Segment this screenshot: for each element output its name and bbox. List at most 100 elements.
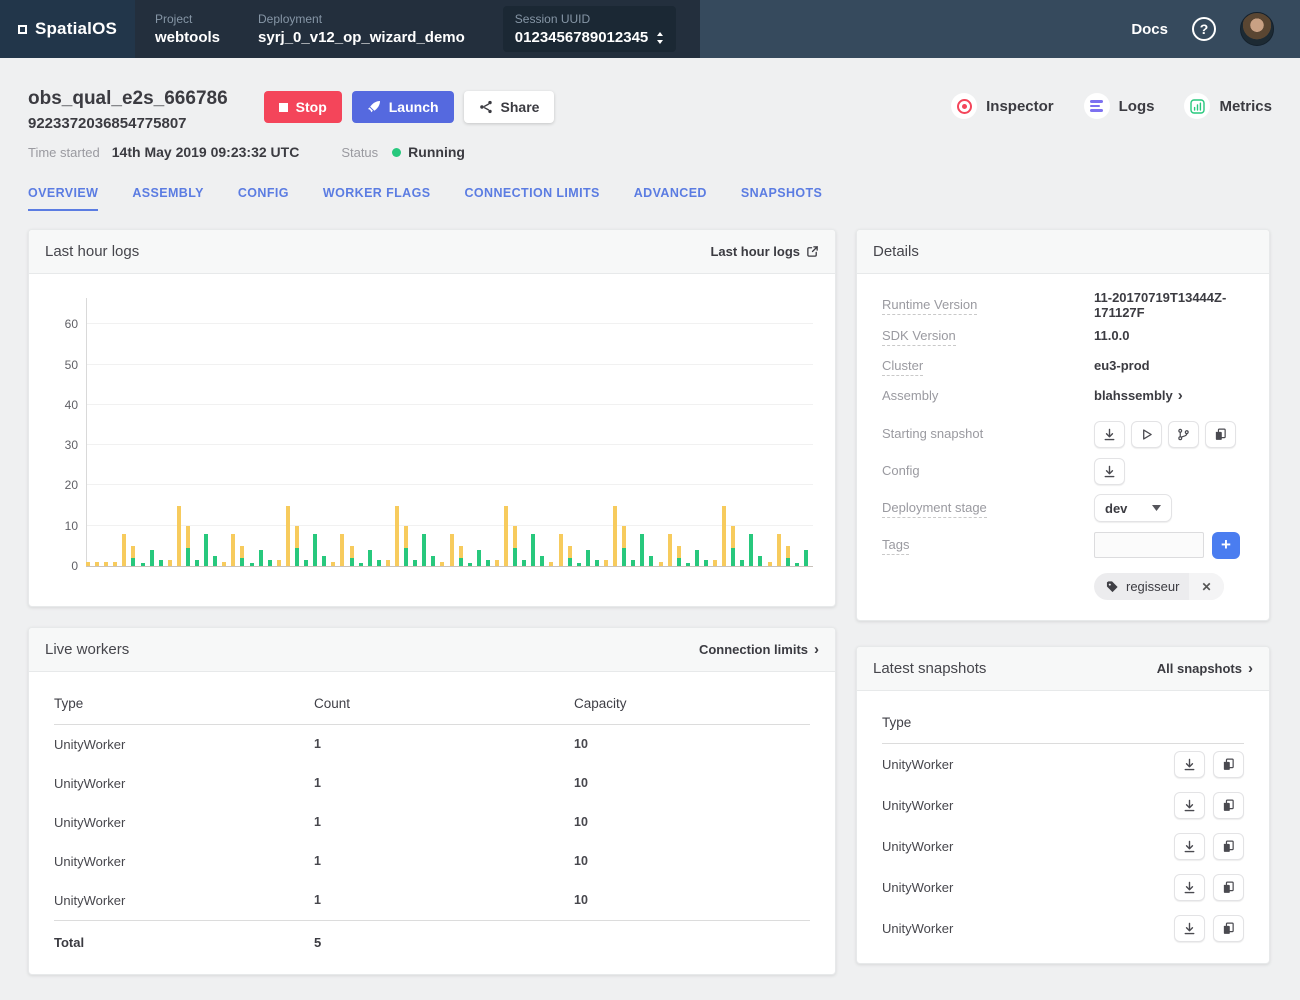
remove-tag-button[interactable]: ✕ xyxy=(1189,573,1223,600)
help-icon[interactable]: ? xyxy=(1192,17,1216,41)
bar-yellow xyxy=(440,562,444,566)
cell-count: 1 xyxy=(314,854,574,869)
status-badge: Running xyxy=(408,144,465,160)
bar-yellow xyxy=(395,506,399,566)
bar-green xyxy=(513,548,517,566)
chevron-right-icon: › xyxy=(1178,388,1183,403)
bar-yellow xyxy=(622,526,626,548)
copy-button[interactable] xyxy=(1213,792,1244,819)
bar-yellow xyxy=(186,526,190,548)
status-label: Status xyxy=(341,145,378,160)
tab-assembly[interactable]: ASSEMBLY xyxy=(132,186,204,211)
branch-icon xyxy=(1177,428,1190,441)
bar-yellow xyxy=(95,562,99,566)
stop-icon xyxy=(279,103,288,112)
bar-yellow xyxy=(340,534,344,566)
list-item: UnityWorker xyxy=(882,785,1244,826)
copy-button[interactable] xyxy=(1213,751,1244,778)
gridline xyxy=(87,525,813,526)
snapshot-copy-button[interactable] xyxy=(1205,421,1236,448)
copy-button[interactable] xyxy=(1213,833,1244,860)
bar-yellow xyxy=(777,534,781,566)
metrics-link[interactable]: Metrics xyxy=(1184,93,1272,119)
connection-limits-link[interactable]: Connection limits › xyxy=(699,642,819,657)
avatar[interactable] xyxy=(1240,12,1274,46)
launch-button[interactable]: Launch xyxy=(352,91,454,123)
tab-worker-flags[interactable]: WORKER FLAGS xyxy=(323,186,431,211)
panel-title: Details xyxy=(873,243,919,260)
bar-yellow xyxy=(768,562,772,566)
bar-green xyxy=(268,560,272,566)
panel-title: Live workers xyxy=(45,641,129,658)
logs-link[interactable]: Logs xyxy=(1084,93,1155,119)
bar-green xyxy=(404,548,408,566)
tab-config[interactable]: CONFIG xyxy=(238,186,289,211)
tab-connection-limits[interactable]: CONNECTION LIMITS xyxy=(464,186,599,211)
snapshot-type: UnityWorker xyxy=(882,798,953,813)
copy-button[interactable] xyxy=(1213,915,1244,942)
bar-green xyxy=(204,534,208,566)
session-uuid-value: 0123456789012345 xyxy=(515,29,648,46)
deployment-label: Deployment xyxy=(258,12,465,26)
tag-input[interactable] xyxy=(1094,532,1204,558)
snapshot-download-button[interactable] xyxy=(1094,421,1125,448)
bar-yellow xyxy=(459,546,463,558)
download-button[interactable] xyxy=(1174,915,1205,942)
session-uuid-selector[interactable]: Session UUID 0123456789012345 xyxy=(503,6,676,52)
bar-green xyxy=(686,563,690,566)
action-buttons: Stop Launch Share xyxy=(264,91,555,123)
tab-advanced[interactable]: ADVANCED xyxy=(634,186,707,211)
download-button[interactable] xyxy=(1174,751,1205,778)
y-tick-label: 50 xyxy=(42,358,78,372)
download-icon xyxy=(1183,922,1196,935)
last-hour-logs-link[interactable]: Last hour logs xyxy=(710,244,819,259)
sdk-version-value: 11.0.0 xyxy=(1094,328,1129,343)
gridline xyxy=(87,323,813,324)
bar-green xyxy=(731,548,735,566)
table-row: UnityWorker110 xyxy=(54,881,810,920)
deployment-stage-select[interactable]: dev xyxy=(1094,494,1172,522)
bar-green xyxy=(413,560,417,566)
inspector-link[interactable]: Inspector xyxy=(951,93,1054,119)
spatialos-logo[interactable]: SpatialOS xyxy=(0,0,135,58)
gridline xyxy=(87,484,813,485)
download-icon xyxy=(1183,881,1196,894)
config-download-button[interactable] xyxy=(1094,458,1125,485)
download-button[interactable] xyxy=(1174,874,1205,901)
bar-yellow xyxy=(559,534,563,566)
tab-overview[interactable]: OVERVIEW xyxy=(28,186,98,211)
total-value: 5 xyxy=(314,935,574,950)
sort-arrows-icon xyxy=(656,32,664,44)
chevron-right-icon: › xyxy=(814,642,819,657)
y-tick-label: 0 xyxy=(42,559,78,573)
bar-green xyxy=(141,563,145,566)
copy-icon xyxy=(1222,840,1235,853)
snapshot-play-button[interactable] xyxy=(1131,421,1162,448)
add-tag-button[interactable]: + xyxy=(1212,532,1240,559)
copy-button[interactable] xyxy=(1213,874,1244,901)
rocket-icon xyxy=(367,100,381,114)
runtime-version-label: Runtime Version xyxy=(882,296,1094,314)
bar-green xyxy=(359,563,363,566)
assembly-label: Assembly xyxy=(882,387,1094,405)
snapshot-type: UnityWorker xyxy=(882,880,953,895)
table-row: UnityWorker110 xyxy=(54,842,810,881)
cell-type: UnityWorker xyxy=(54,776,314,791)
download-button[interactable] xyxy=(1174,792,1205,819)
time-started-value: 14th May 2019 09:23:32 UTC xyxy=(112,144,300,160)
share-button[interactable]: Share xyxy=(464,91,555,123)
bar-green xyxy=(250,563,254,566)
bar-yellow xyxy=(549,562,553,566)
tab-snapshots[interactable]: SNAPSHOTS xyxy=(741,186,822,211)
docs-link[interactable]: Docs xyxy=(1131,21,1168,38)
assembly-link[interactable]: blahssembly › xyxy=(1094,388,1183,403)
cluster-label: Cluster xyxy=(882,357,1094,375)
external-link-icon xyxy=(806,245,819,258)
deployment-stage-label: Deployment stage xyxy=(882,499,1094,517)
all-snapshots-link[interactable]: All snapshots › xyxy=(1157,661,1253,676)
title-block: obs_qual_e2s_666786 9223372036854775807 xyxy=(28,88,228,132)
stop-button[interactable]: Stop xyxy=(264,91,342,123)
download-button[interactable] xyxy=(1174,833,1205,860)
snapshot-branch-button[interactable] xyxy=(1168,421,1199,448)
inspector-icon xyxy=(951,93,977,119)
